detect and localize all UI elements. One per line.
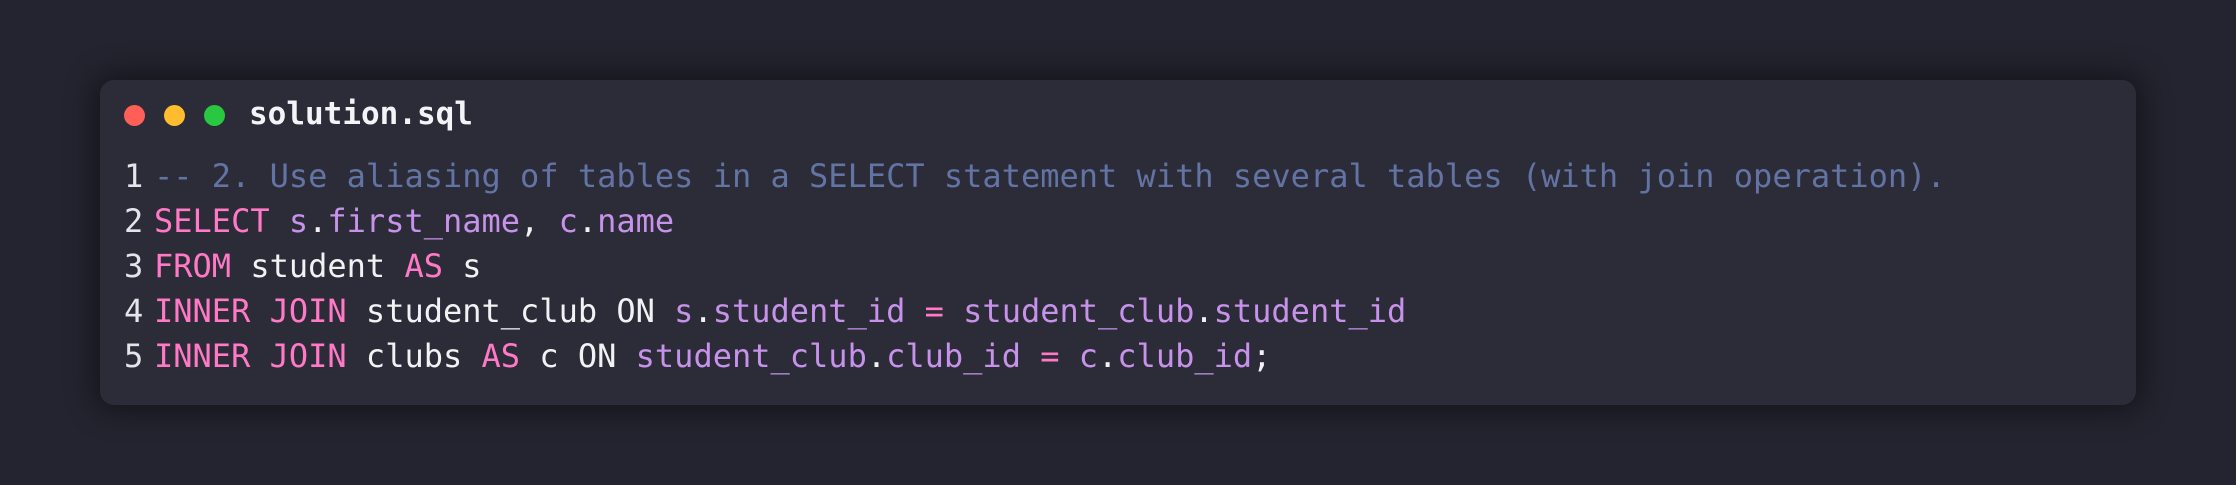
- code-line: 4 INNER JOIN student_club ON s.student_id…: [124, 289, 1946, 334]
- code-token-id: club_id: [886, 337, 1021, 375]
- code-line: 1 -- 2. Use aliasing of tables in a SELEC…: [124, 154, 1946, 199]
- code-token-kw: =: [924, 292, 944, 330]
- code-token-id: name: [597, 202, 675, 240]
- code-token-id: student_club: [963, 292, 1195, 330]
- code-token-id: c: [558, 202, 578, 240]
- code-token-punct: ;: [1252, 337, 1272, 375]
- code-token-id: club_id: [1117, 337, 1253, 375]
- code-token-kw: INNER JOIN: [154, 337, 347, 375]
- code-token-id: first_name: [327, 202, 521, 240]
- code-line: 2 SELECT s.first_name, c.name: [124, 199, 1946, 244]
- code-token-punct: .: [1098, 337, 1118, 375]
- code-token-plain: clubs: [346, 337, 482, 375]
- code-token-punct: .: [308, 202, 328, 240]
- code-token-kw: =: [1040, 337, 1060, 375]
- code-window: solution.sql 1 -- 2. Use aliasing of tabl…: [100, 80, 2136, 405]
- code-token-id: student_id: [1213, 292, 1407, 330]
- code-token-punct: .: [1194, 292, 1214, 330]
- maximize-window-button[interactable]: [204, 105, 225, 126]
- code-token-punct: .: [866, 337, 887, 375]
- code-token-plain: student: [231, 247, 405, 285]
- code-token-punct: .: [577, 202, 598, 240]
- code-token-comment: -- 2. Use aliasing of tables in a SELECT…: [154, 157, 1946, 195]
- code-token-id: c: [1078, 337, 1099, 375]
- code-token-id: student_id: [712, 292, 906, 330]
- code-token-punct: ,: [520, 202, 559, 240]
- code-token-plain: c ON: [520, 337, 636, 375]
- line-number: 5: [124, 337, 144, 375]
- code-token-kw: SELECT: [154, 202, 270, 240]
- code-token-id: student_club: [635, 337, 867, 375]
- code-token-kw: AS: [481, 337, 521, 375]
- line-number: 4: [124, 292, 144, 330]
- code-token-kw: AS: [404, 247, 443, 285]
- line-number: 2: [124, 202, 144, 240]
- code-token-plain: student_club ON: [346, 292, 675, 330]
- code-line: 5 INNER JOIN clubs AS c ON student_club.c…: [124, 334, 1946, 379]
- window-titlebar: solution.sql: [100, 80, 2136, 150]
- code-editor[interactable]: 1 -- 2. Use aliasing of tables in a SELEC…: [124, 154, 1946, 379]
- code-line: 3 FROM student AS s: [124, 244, 1946, 289]
- code-token-kw: FROM: [154, 247, 232, 285]
- code-token-plain: s: [442, 247, 482, 285]
- line-number: 3: [124, 247, 144, 285]
- file-name: solution.sql: [249, 96, 473, 132]
- code-token-id: s: [288, 202, 309, 240]
- line-number: 1: [124, 157, 144, 195]
- close-window-button[interactable]: [124, 105, 145, 126]
- code-token-kw: INNER JOIN: [154, 292, 347, 330]
- code-token-id: s: [674, 292, 694, 330]
- code-token-punct: .: [693, 292, 713, 330]
- minimize-window-button[interactable]: [164, 105, 185, 126]
